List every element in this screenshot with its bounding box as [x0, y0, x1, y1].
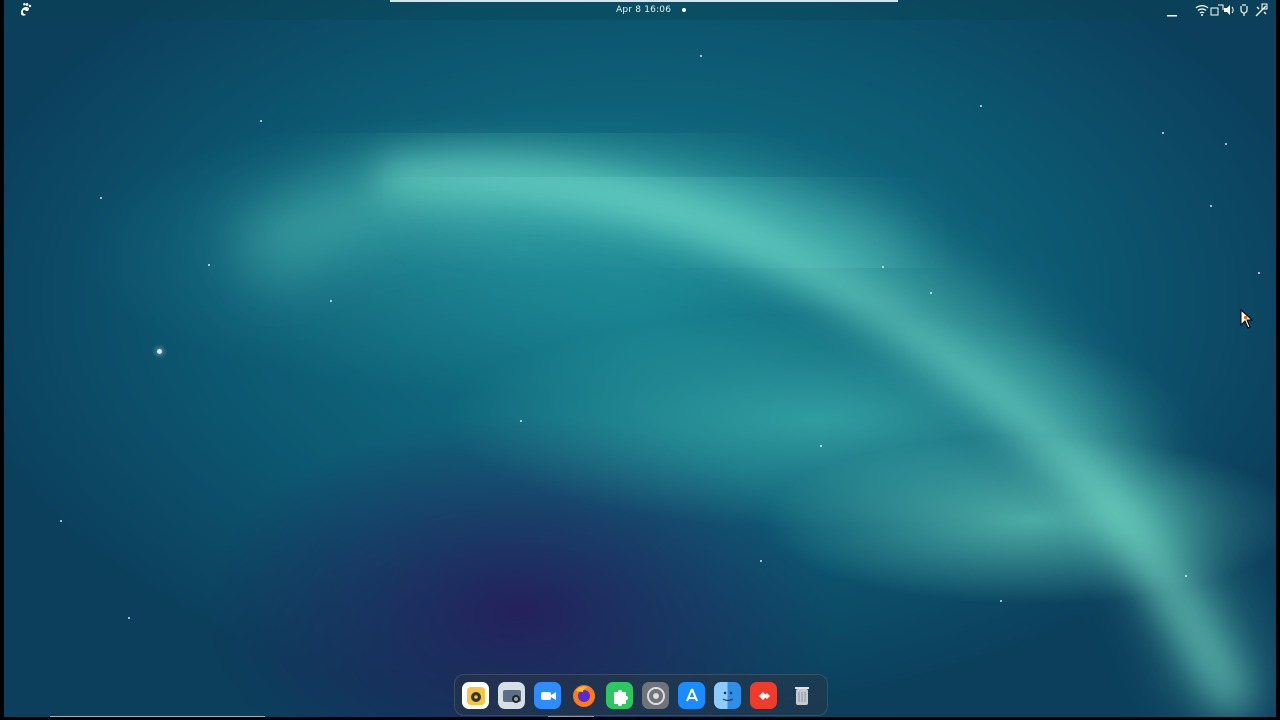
volume-icon[interactable]: [1222, 3, 1236, 19]
dock: [454, 674, 828, 716]
wifi-icon[interactable]: [1195, 3, 1209, 19]
finder-icon[interactable]: [714, 682, 741, 709]
screen-frame-right: [1276, 0, 1280, 720]
trash-icon[interactable]: [788, 682, 815, 709]
anydesk-icon[interactable]: [750, 682, 777, 709]
gnome-foot-icon[interactable]: [17, 2, 33, 18]
zoom-icon[interactable]: [534, 682, 561, 709]
system-settings-icon[interactable]: [642, 682, 669, 709]
clock[interactable]: Apr 8 16:06: [616, 5, 671, 15]
power-icon[interactable]: [1237, 3, 1251, 19]
rhythmbox-icon[interactable]: [462, 682, 489, 709]
app-store-icon[interactable]: [678, 682, 705, 709]
top-bar: Apr 8 16:06: [4, 0, 1276, 20]
screenshot-icon[interactable]: [498, 682, 525, 709]
top-progress-line: [390, 0, 898, 2]
star-field: [0, 0, 1280, 720]
settings-icon[interactable]: [1254, 3, 1268, 19]
screen-frame-left: [0, 0, 4, 720]
mouse-cursor-icon: [1240, 308, 1254, 333]
minimize-icon[interactable]: [1165, 5, 1179, 21]
notification-dot-icon: [682, 8, 686, 12]
extensions-icon[interactable]: [606, 682, 633, 709]
firefox-icon[interactable]: [570, 682, 597, 709]
